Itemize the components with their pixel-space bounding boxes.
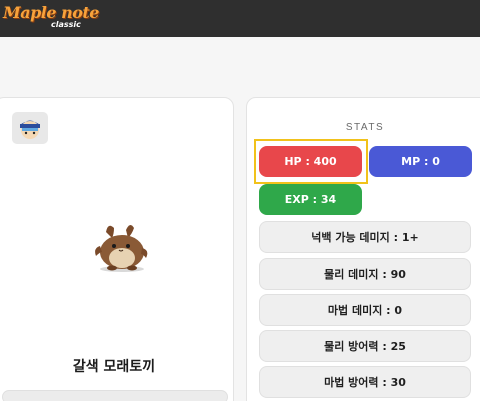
stat-row-magic-damage[interactable]: 마법 데미지 : 0 (259, 294, 471, 326)
stat-row-physical-damage[interactable]: 물리 데미지 : 90 (259, 258, 471, 290)
stat-row-magic-defense[interactable]: 마법 방어력 : 30 (259, 366, 471, 398)
top-bar: Maple note classic (0, 0, 480, 37)
stat-row-physical-defense[interactable]: 물리 방어력 : 25 (259, 330, 471, 362)
exp-badge[interactable]: EXP : 34 (259, 184, 362, 215)
stat-row-knockback[interactable]: 넉백 가능 데미지 : 1+ (259, 221, 471, 253)
monster-card-bottom-row (2, 390, 228, 401)
monster-name: 갈색 모래토끼 (72, 359, 156, 375)
hp-badge[interactable]: HP : 400 (259, 146, 362, 177)
maple-note-logo[interactable]: Maple note classic (3, 2, 99, 34)
mp-badge[interactable]: MP : 0 (369, 146, 472, 177)
monster-portrait-icon[interactable] (12, 112, 48, 144)
logo-sub-text: classic (51, 20, 81, 29)
stats-title: STATS (345, 122, 385, 133)
monster-sprite (88, 222, 152, 274)
